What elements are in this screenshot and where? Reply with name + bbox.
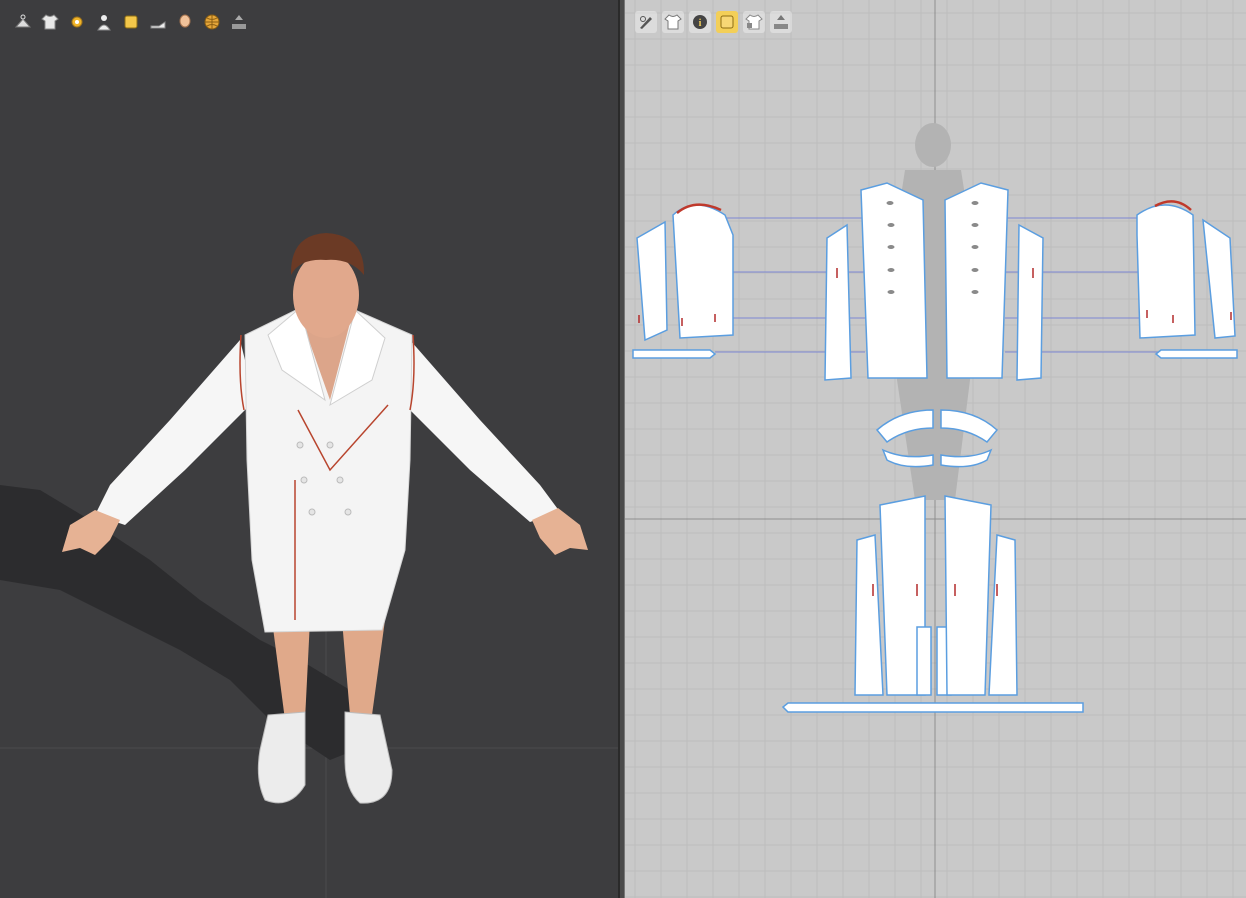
pattern-piece-right-sleeve[interactable] <box>1136 204 1196 339</box>
fabric-swatch-icon <box>720 15 734 29</box>
export-button[interactable] <box>228 11 250 33</box>
shirt-icon <box>41 14 59 30</box>
pattern-piece-right-under-sleeve[interactable] <box>1202 218 1236 339</box>
lock-shirt-icon <box>745 14 763 30</box>
garment-button[interactable] <box>662 11 684 33</box>
globe-icon <box>204 14 220 30</box>
fabric-button[interactable] <box>716 11 738 33</box>
svg-text:i: i <box>699 18 702 29</box>
shirt-icon <box>664 14 682 30</box>
2d-pattern-viewport[interactable]: i <box>624 0 1246 898</box>
pattern-piece-hem-band[interactable] <box>781 702 1084 713</box>
3d-scene[interactable] <box>0 0 620 898</box>
2d-viewport-toolbar: i <box>635 11 792 33</box>
pattern-piece-left-front[interactable] <box>860 182 928 379</box>
globe-button[interactable] <box>201 11 223 33</box>
fabric-button[interactable] <box>120 11 142 33</box>
export-icon <box>232 15 246 29</box>
pattern-visibility-button[interactable] <box>635 11 657 33</box>
fabric-swatch-icon <box>124 15 138 29</box>
3d-viewport[interactable] <box>0 0 620 898</box>
shirt-button[interactable] <box>39 11 61 33</box>
export-icon <box>774 15 788 29</box>
hanger-icon <box>14 14 32 28</box>
pattern-piece-left-cuff[interactable] <box>632 349 717 359</box>
shoe-icon <box>150 21 166 29</box>
avatar-button[interactable] <box>93 11 115 33</box>
info-button[interactable]: i <box>689 11 711 33</box>
shoe-button[interactable] <box>147 11 169 33</box>
2d-pattern-canvas[interactable] <box>625 0 1246 898</box>
3d-viewport-toolbar <box>12 11 250 33</box>
hanger-button[interactable] <box>12 11 34 33</box>
face-icon <box>179 14 191 28</box>
pattern-piece-left-under-sleeve[interactable] <box>636 220 668 342</box>
lock-garment-button[interactable] <box>743 11 765 33</box>
sun-button[interactable] <box>66 11 88 33</box>
avatar-icon <box>97 15 111 31</box>
pattern-piece-left-vent[interactable] <box>916 626 932 696</box>
face-button[interactable] <box>174 11 196 33</box>
pattern-piece-right-side-panel[interactable] <box>1016 223 1044 381</box>
sun-icon <box>71 16 83 28</box>
pattern-piece-right-front[interactable] <box>944 182 1009 379</box>
pattern-piece-right-lower-back[interactable] <box>944 495 992 696</box>
pattern-piece-left-side-panel[interactable] <box>824 223 852 381</box>
export-button[interactable] <box>770 11 792 33</box>
ground-grid <box>0 620 618 898</box>
pattern-piece-right-cuff[interactable] <box>1154 349 1238 359</box>
pen-eye-icon <box>640 16 652 29</box>
info-icon: i <box>693 15 707 29</box>
